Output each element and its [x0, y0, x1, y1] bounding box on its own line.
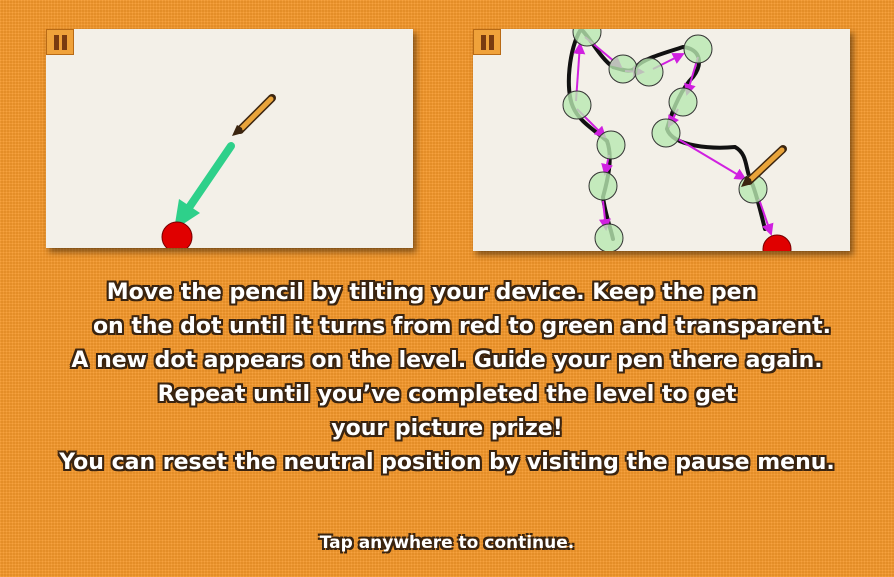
instruction-line: Move the pencil by tilting your device. … [106, 280, 758, 305]
tilt-arrow-icon [174, 142, 235, 230]
instruction-line: on the dot until it turns from red to gr… [92, 314, 832, 339]
pause-button[interactable] [46, 29, 74, 55]
pause-button[interactable] [473, 29, 501, 55]
tilt-demo-illustration [161, 94, 276, 248]
pencil-icon [232, 94, 276, 136]
instruction-line: A new dot appears on the level. Guide yo… [71, 348, 823, 373]
instruction-line: You can reset the neutral position by vi… [59, 450, 835, 475]
red-dot-icon [762, 234, 792, 251]
tutorial-screen[interactable]: { "instructions": { "lines": [ "Move the… [0, 0, 894, 577]
drawing-demo-illustration [562, 29, 792, 251]
tap-to-continue[interactable]: Tap anywhere to continue. [0, 533, 894, 553]
red-dot-icon [161, 221, 193, 248]
instruction-line: Repeat until you’ve completed the level … [157, 382, 737, 407]
pause-icon [54, 35, 59, 50]
pause-icon [481, 35, 486, 50]
instructions: Move the pencil by tilting your device. … [0, 276, 894, 480]
tilt-demo-panel [46, 29, 413, 248]
drawing-demo-panel [473, 29, 850, 251]
instruction-line: your picture prize! [331, 416, 563, 441]
